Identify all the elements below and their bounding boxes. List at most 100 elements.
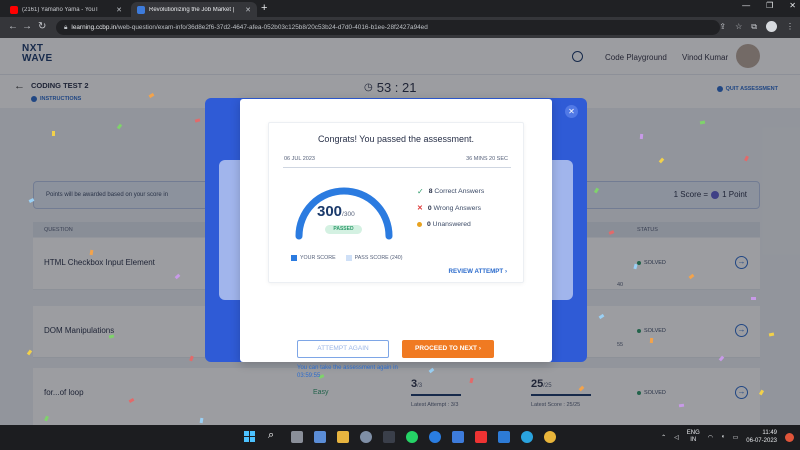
battery-icon[interactable]: ▭ <box>733 434 739 441</box>
close-window-icon[interactable]: ✕ <box>789 1 796 10</box>
modal-title: Congrats! You passed the assessment. <box>317 134 475 144</box>
exam-duration: 36 MINS 20 SEC <box>466 156 508 162</box>
check-icon: ✓ <box>417 187 424 196</box>
unanswered-count: 0 <box>427 221 431 228</box>
unanswered-label: Unanswered <box>432 221 471 228</box>
tab-title: Revolutionizing the Job Market | <box>149 6 235 13</box>
maximize-icon[interactable]: ❐ <box>766 1 773 10</box>
score-value: 300/300 <box>317 203 355 220</box>
wrong-label: Wrong Answers <box>433 204 482 212</box>
profile-avatar[interactable] <box>766 21 777 32</box>
gauge-legend: YOUR SCORE PASS SCORE (240) <box>291 255 403 261</box>
language-indicator[interactable]: ENG IN <box>687 430 700 444</box>
page: NXT WAVE Code Playground Vinod Kumar ← C… <box>0 38 800 425</box>
browser-tab-bar: (2161) Yamaho Yama - YouT ✕ Revolutioniz… <box>0 0 800 17</box>
browser-toolbar: ← → ↻ 🔒︎ learning.ccbp.in/web-question/e… <box>0 17 800 38</box>
app-icon[interactable] <box>452 431 464 443</box>
new-tab-icon[interactable]: + <box>261 2 267 14</box>
chevron-right-icon: › <box>478 345 481 352</box>
settings-icon[interactable] <box>360 431 372 443</box>
youtube-icon <box>10 5 18 14</box>
menu-icon[interactable]: ⋮ <box>786 22 794 31</box>
legend-swatch <box>345 255 352 261</box>
unanswered-stat: 0 Unanswered <box>417 221 471 228</box>
correct-label: Correct Answers <box>434 188 485 195</box>
score-total: /300 <box>342 211 355 218</box>
wifi-icon[interactable]: ◠ <box>708 434 713 441</box>
star-icon[interactable]: ☆ <box>735 22 742 31</box>
wrong-count: 0 <box>427 204 432 212</box>
result-modal: Congrats! You passed the assessment. 06 … <box>240 99 552 379</box>
screen: (2161) Yamaho Yama - YouT ✕ Revolutioniz… <box>0 0 800 450</box>
wrong-stat: ✕ 0 Wrong Answers <box>417 204 482 213</box>
telegram-icon[interactable] <box>521 431 533 443</box>
task-view-icon[interactable] <box>291 431 303 443</box>
lang-line-2: IN <box>690 437 697 443</box>
url-path: /web-question/exam-info/36d8e2f6-37d2-46… <box>116 24 428 31</box>
legend-swatch <box>291 255 297 261</box>
proceed-to-next-button[interactable]: PROCEED TO NEXT › <box>402 340 494 358</box>
close-tab-icon[interactable]: ✕ <box>245 6 251 14</box>
reload-icon[interactable]: ↻ <box>38 21 46 32</box>
attempt-again-button[interactable]: ATTEMPT AGAIN <box>297 340 389 358</box>
tab-title: (2161) Yamaho Yama - YouT <box>22 6 99 13</box>
legend-your-score: YOUR SCORE <box>291 255 336 261</box>
windows-start-icon[interactable] <box>244 431 256 443</box>
legend-your-score-label: YOUR SCORE <box>300 255 336 261</box>
status-badge: PASSED <box>325 225 362 234</box>
close-icon[interactable]: ✕ <box>565 105 578 118</box>
confetti-piece <box>678 403 685 408</box>
confetti-piece <box>750 296 757 301</box>
review-label: REVIEW ATTEMPT <box>448 268 504 275</box>
file-explorer-icon[interactable] <box>337 431 349 443</box>
dot-icon <box>417 222 422 227</box>
address-bar[interactable]: 🔒︎ learning.ccbp.in/web-question/exam-in… <box>56 20 720 35</box>
clock[interactable]: 11:49 06-07-2023 <box>746 429 777 445</box>
browser-tab-youtube[interactable]: (2161) Yamaho Yama - YouT ✕ <box>4 2 128 17</box>
proceed-label: PROCEED TO NEXT <box>415 345 478 352</box>
clock-date: 06-07-2023 <box>746 438 777 444</box>
store-icon[interactable] <box>383 431 395 443</box>
confetti-piece <box>649 337 654 344</box>
extensions-icon[interactable]: ⧉ <box>751 22 757 32</box>
whatsapp-icon[interactable] <box>406 431 418 443</box>
youtube-icon[interactable] <box>475 431 487 443</box>
correct-count: 8 <box>428 188 433 195</box>
browser-extensions: ⇪ ☆ ⧉ ⋮ <box>719 21 794 32</box>
minimize-icon[interactable]: — <box>742 1 750 10</box>
browser-tab-active[interactable]: Revolutionizing the Job Market | ✕ <box>131 2 257 17</box>
lock-icon: 🔒︎ <box>64 23 68 31</box>
close-tab-icon[interactable]: ✕ <box>116 6 122 14</box>
exam-date: 06 JUL 2023 <box>284 156 315 162</box>
share-icon[interactable]: ⇪ <box>719 22 726 31</box>
result-card: Congrats! You passed the assessment. 06 … <box>268 122 524 283</box>
divider <box>283 167 511 168</box>
system-tray: ⌃ ◁ ENG IN ◠ ◖ ▭ 11:49 06-07-2023 <box>661 429 794 445</box>
score-number: 300 <box>317 203 343 220</box>
widgets-icon[interactable] <box>314 431 326 443</box>
confetti-piece <box>52 131 55 136</box>
back-icon[interactable]: ← <box>8 21 18 32</box>
window-controls: — ❐ ✕ <box>742 1 796 10</box>
legend-pass-score: PASS SCORE (240) <box>345 255 403 261</box>
tray-app-icon[interactable]: ◁ <box>674 434 679 441</box>
cross-icon: ✕ <box>417 205 423 212</box>
clock-time: 11:49 <box>762 430 777 436</box>
mail-icon[interactable] <box>498 431 510 443</box>
edge-icon[interactable] <box>429 431 441 443</box>
windows-taskbar: ⌕ ⌃ ◁ ENG IN ◠ ◖ ▭ 11:49 06-07-2023 <box>0 425 800 450</box>
review-attempt-link[interactable]: REVIEW ATTEMPT › <box>449 268 507 275</box>
chrome-icon[interactable] <box>544 431 556 443</box>
correct-stat: ✓ 8 Correct Answers <box>417 187 484 196</box>
page-favicon-icon <box>137 5 145 14</box>
notification-icon[interactable] <box>785 432 794 442</box>
chevron-up-icon[interactable]: ⌃ <box>661 434 666 441</box>
legend-pass-score-label: PASS SCORE (240) <box>354 255 403 261</box>
lang-line-1: ENG <box>686 430 700 436</box>
volume-icon[interactable]: ◖ <box>721 434 725 440</box>
forward-icon[interactable]: → <box>22 21 32 32</box>
search-icon[interactable]: ⌕ <box>268 429 280 441</box>
confetti-piece <box>639 133 644 140</box>
chevron-right-icon: › <box>504 268 507 275</box>
attempt-again-note: You can take the assessment again in 03:… <box>297 365 398 379</box>
